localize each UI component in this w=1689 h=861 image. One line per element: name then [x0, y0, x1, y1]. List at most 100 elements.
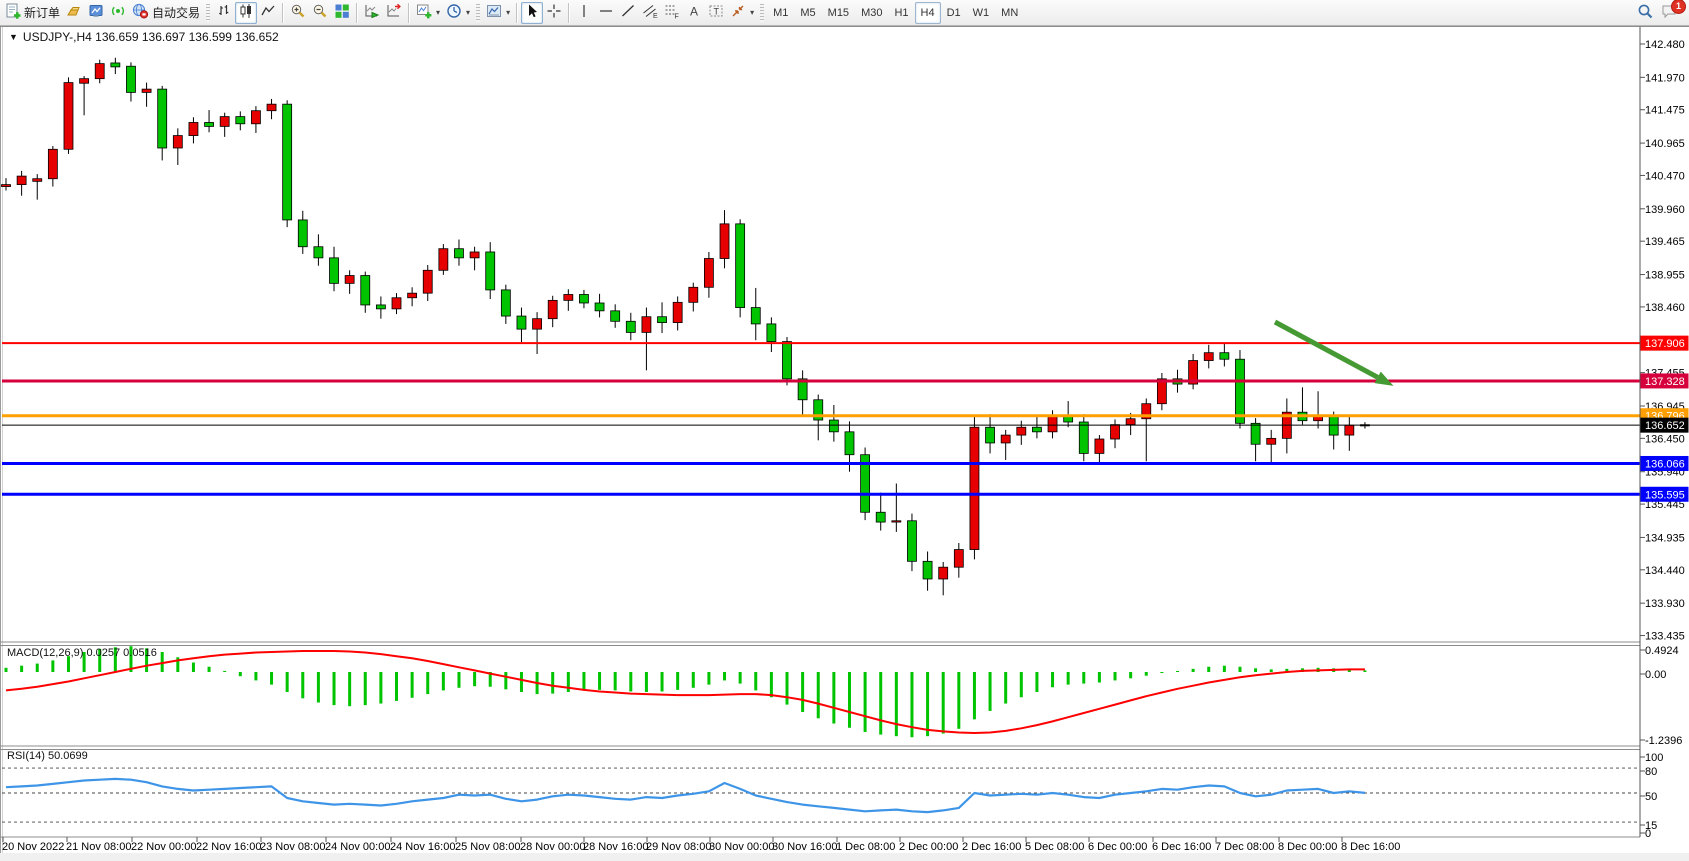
svg-text:28 Nov 00:00: 28 Nov 00:00	[520, 841, 585, 853]
timeframe-M30[interactable]: M30	[855, 2, 888, 24]
bar-chart-icon	[216, 3, 232, 22]
horizontal-line-button[interactable]	[595, 2, 617, 24]
svg-text:2 Dec 16:00: 2 Dec 16:00	[962, 841, 1021, 853]
svg-text:6 Dec 16:00: 6 Dec 16:00	[1152, 841, 1211, 853]
timeframe-D1[interactable]: D1	[941, 2, 967, 24]
candles	[2, 58, 1370, 596]
svg-text:136.652: 136.652	[1645, 420, 1685, 432]
svg-text:25 Nov 08:00: 25 Nov 08:00	[455, 841, 520, 853]
svg-text:136.066: 136.066	[1645, 458, 1685, 470]
text-icon: A	[686, 3, 702, 22]
svg-text:24 Nov 00:00: 24 Nov 00:00	[325, 841, 390, 853]
chevron-down-icon: ▾	[750, 8, 754, 17]
new-order-button[interactable]: 新订单	[2, 2, 63, 24]
svg-text:22 Nov 00:00: 22 Nov 00:00	[131, 841, 196, 853]
signal-button[interactable]	[107, 2, 129, 24]
toolbar: 新订单 自动交易	[0, 0, 1689, 26]
search-button[interactable]	[1634, 2, 1657, 24]
market-window-button[interactable]	[85, 2, 107, 24]
crosshair-button[interactable]	[543, 2, 565, 24]
tile-windows-icon	[334, 3, 350, 22]
toolbar-separator	[516, 3, 518, 23]
arrow-annotation[interactable]	[1275, 322, 1394, 386]
signal-icon	[110, 3, 126, 22]
vertical-line-icon	[576, 3, 592, 22]
periods-button[interactable]: ▾	[443, 2, 473, 24]
svg-text:135.595: 135.595	[1645, 489, 1685, 501]
channel-icon: E	[642, 3, 658, 22]
chart-shift-button[interactable]	[383, 2, 405, 24]
svg-text:8 Dec 00:00: 8 Dec 00:00	[1278, 841, 1337, 853]
timeframe-H1[interactable]: H1	[888, 2, 914, 24]
svg-text:138.955: 138.955	[1645, 270, 1685, 282]
timeframe-M5[interactable]: M5	[794, 2, 821, 24]
toolbar-separator	[282, 3, 284, 23]
notification-badge: 1	[1671, 0, 1686, 14]
price-axis[interactable]: 142.480141.970141.475140.965140.470139.9…	[1640, 39, 1685, 840]
trendline-button[interactable]	[617, 2, 639, 24]
add-indicator-button[interactable]: ▾	[413, 2, 443, 24]
text-label-icon: T	[708, 3, 724, 22]
svg-text:7 Dec 08:00: 7 Dec 08:00	[1215, 841, 1274, 853]
svg-text:5 Dec 08:00: 5 Dec 08:00	[1025, 841, 1084, 853]
timeframe-MN[interactable]: MN	[995, 2, 1024, 24]
notifications-button[interactable]: 1	[1657, 2, 1681, 24]
market-window-icon	[88, 3, 104, 22]
cursor-button[interactable]	[521, 2, 543, 24]
zoom-in-button[interactable]	[287, 2, 309, 24]
svg-text:30 Nov 00:00: 30 Nov 00:00	[709, 841, 774, 853]
template-button[interactable]: ▾	[483, 2, 513, 24]
auto-trading-icon	[132, 3, 149, 22]
auto-scroll-icon	[364, 3, 380, 22]
chevron-down-icon: ▾	[466, 8, 470, 17]
svg-text:142.480: 142.480	[1645, 39, 1685, 51]
toolbar-grip	[476, 4, 480, 22]
svg-text:8 Dec 16:00: 8 Dec 16:00	[1341, 841, 1400, 853]
svg-text:20 Nov 2022: 20 Nov 2022	[2, 841, 64, 853]
svg-text:1 Dec 08:00: 1 Dec 08:00	[836, 841, 895, 853]
timeframe-M1[interactable]: M1	[767, 2, 794, 24]
svg-text:0: 0	[1645, 828, 1651, 840]
chart-canvas[interactable]: 142.480141.970141.475140.965140.470139.9…	[0, 0, 1689, 861]
timeframe-M15[interactable]: M15	[822, 2, 855, 24]
bar-chart-button[interactable]	[213, 2, 235, 24]
svg-text:136.450: 136.450	[1645, 433, 1685, 445]
time-axis[interactable]: 20 Nov 202221 Nov 08:0022 Nov 00:0022 No…	[2, 837, 1400, 853]
text-button[interactable]: A	[683, 2, 705, 24]
svg-text:141.475: 141.475	[1645, 105, 1685, 117]
auto-trading-button[interactable]: 自动交易	[129, 2, 203, 24]
text-label-button[interactable]: T	[705, 2, 727, 24]
svg-text:F: F	[675, 14, 679, 20]
svg-text:T: T	[714, 7, 720, 17]
svg-text:133.435: 133.435	[1645, 631, 1685, 643]
vertical-line-button[interactable]	[573, 2, 595, 24]
arrows-icon	[730, 3, 746, 22]
zoom-out-button[interactable]	[309, 2, 331, 24]
timeframe-W1[interactable]: W1	[967, 2, 996, 24]
timeframe-H4[interactable]: H4	[915, 2, 941, 24]
cursor-icon	[524, 3, 540, 22]
zoom-out-icon	[312, 3, 328, 22]
svg-text:6 Dec 00:00: 6 Dec 00:00	[1088, 841, 1147, 853]
search-icon	[1637, 3, 1654, 23]
crosshair-icon	[546, 3, 562, 22]
svg-text:137.328: 137.328	[1645, 376, 1685, 388]
gold-icon	[66, 3, 82, 22]
window-borders	[0, 26, 1689, 861]
line-chart-icon	[260, 3, 276, 22]
tile-windows-button[interactable]	[331, 2, 353, 24]
gold-button[interactable]	[63, 2, 85, 24]
arrows-button[interactable]: ▾	[727, 2, 757, 24]
fibonacci-button[interactable]: F	[661, 2, 683, 24]
fibonacci-icon: F	[664, 3, 680, 22]
chevron-down-icon: ▾	[506, 8, 510, 17]
svg-text:24 Nov 16:00: 24 Nov 16:00	[390, 841, 455, 853]
svg-text:23 Nov 08:00: 23 Nov 08:00	[260, 841, 325, 853]
candlestick-button[interactable]	[235, 2, 257, 24]
line-chart-button[interactable]	[257, 2, 279, 24]
candlestick-icon	[238, 3, 254, 22]
svg-text:134.935: 134.935	[1645, 532, 1685, 544]
trendline-icon	[620, 3, 636, 22]
auto-scroll-button[interactable]	[361, 2, 383, 24]
channel-button[interactable]: E	[639, 2, 661, 24]
